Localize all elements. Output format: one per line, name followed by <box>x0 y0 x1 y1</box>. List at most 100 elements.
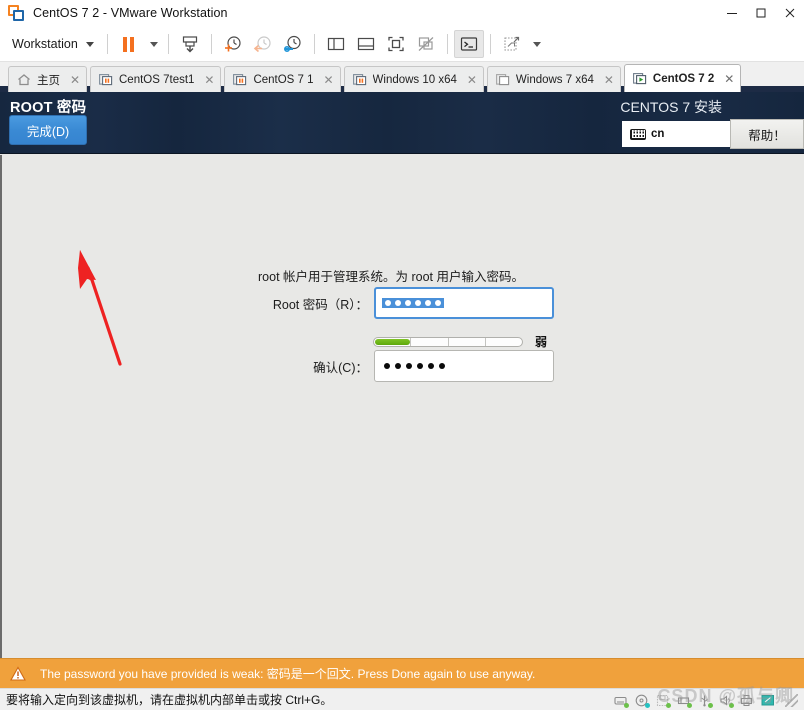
floppy-status-icon[interactable] <box>656 694 671 708</box>
tab-label: Windows 7 x64 <box>515 73 594 86</box>
tab-label: Windows 10 x64 <box>372 73 457 86</box>
tab-windows-10-x64[interactable]: Windows 10 x64 ✕ <box>343 66 484 92</box>
show-sidebar-button[interactable] <box>321 30 351 58</box>
password-warning-bar: The password you have provided is weak: … <box>0 658 804 688</box>
vm-settings-dropdown-button[interactable] <box>527 30 545 58</box>
vm-tab-bar: 主页 ✕ CentOS 7test1 ✕ CentOS 7 1 ✕ Window… <box>0 62 804 92</box>
confirm-password-row: 确认(C)： <box>258 350 554 382</box>
tab-close-icon[interactable]: ✕ <box>602 73 616 87</box>
keyboard-icon <box>630 128 646 140</box>
pause-dropdown-button[interactable] <box>144 30 162 58</box>
unity-mode-icon <box>418 37 434 51</box>
page-title: ROOT 密码 <box>10 100 87 116</box>
pause-vm-button[interactable] <box>114 30 144 58</box>
root-password-intro-text: root 帐户用于管理系统。为 root 用户输入密码。 <box>258 270 524 284</box>
warning-triangle-icon <box>10 665 26 682</box>
root-password-value-dots <box>382 298 444 308</box>
tab-centos-7test1[interactable]: CentOS 7test1 ✕ <box>90 66 222 92</box>
installer-header: ROOT 密码 完成(D) CENTOS 7 安装 cn 帮助！ <box>0 92 804 154</box>
snapshot-manager-button[interactable] <box>278 30 308 58</box>
hard-disk-status-icon[interactable] <box>614 694 629 708</box>
minimize-icon[interactable] <box>717 0 746 26</box>
send-ctrl-alt-del-button[interactable] <box>175 30 205 58</box>
vm-console-screen[interactable]: ROOT 密码 完成(D) CENTOS 7 安装 cn 帮助！ root 帐户… <box>0 92 804 688</box>
workstation-menu-button[interactable]: Workstation <box>4 31 101 57</box>
maximize-icon[interactable] <box>746 0 775 26</box>
chevron-down-icon <box>149 41 158 47</box>
toolbar-separator <box>446 34 448 54</box>
tab-close-icon[interactable]: ✕ <box>722 72 736 86</box>
vm-play-icon <box>632 72 647 85</box>
help-button[interactable]: 帮助！ <box>730 119 804 149</box>
toolbar-separator <box>106 34 108 54</box>
tab-centos-7-1[interactable]: CentOS 7 1 ✕ <box>224 66 341 92</box>
root-password-input[interactable] <box>374 287 554 319</box>
take-snapshot-button[interactable] <box>218 30 248 58</box>
toolbar-separator <box>210 34 212 54</box>
resize-grip-icon[interactable] <box>785 693 798 707</box>
snapshot-revert-icon <box>253 36 271 53</box>
vm-running-icon <box>99 73 113 86</box>
tab-close-icon[interactable]: ✕ <box>68 73 82 87</box>
vm-stopped-icon <box>495 73 510 86</box>
vm-running-icon <box>233 73 247 86</box>
window-titlebar: CentOS 7 2 - VMware Workstation <box>0 0 804 27</box>
tab-close-icon[interactable]: ✕ <box>465 73 479 87</box>
printer-status-icon[interactable] <box>740 694 754 707</box>
usb-status-icon[interactable] <box>698 694 713 708</box>
workstation-menu-label: Workstation <box>12 37 78 51</box>
password-strength-meter: 弱 <box>373 333 547 350</box>
status-bar-text: 要将输入定向到该虚拟机，请在虚拟机内部单击或按 Ctrl+G。 <box>6 693 333 707</box>
done-button[interactable]: 完成(D) <box>9 115 87 145</box>
password-warning-text: The password you have provided is weak: … <box>40 667 536 681</box>
tab-label: CentOS 7 1 <box>253 73 314 86</box>
confirm-password-input[interactable] <box>374 350 554 382</box>
vm-settings-icon <box>504 36 519 51</box>
toolbar-separator <box>489 34 491 54</box>
application-status-bar: 要将输入定向到该虚拟机，请在虚拟机内部单击或按 Ctrl+G。 <box>0 688 804 710</box>
tab-centos-7-2[interactable]: CentOS 7 2 ✕ <box>623 64 742 92</box>
chevron-down-icon <box>532 41 541 47</box>
window-title: CentOS 7 2 - VMware Workstation <box>33 6 228 20</box>
vm-settings-button[interactable] <box>497 30 527 58</box>
show-thumbnail-bar-button[interactable] <box>351 30 381 58</box>
close-icon[interactable] <box>775 0 804 26</box>
password-strength-bar <box>373 336 523 347</box>
full-screen-button[interactable] <box>381 30 411 58</box>
tab-close-icon[interactable]: ✕ <box>322 73 336 87</box>
display-status-icon[interactable] <box>761 694 775 707</box>
snapshot-add-icon <box>224 36 241 52</box>
fullscreen-icon <box>388 36 404 52</box>
root-password-label: Root 密码（R）： <box>272 297 368 312</box>
unity-mode-button[interactable] <box>411 30 441 58</box>
keyboard-layout-indicator[interactable]: cn <box>622 121 730 147</box>
console-icon <box>460 37 477 51</box>
console-view-button[interactable] <box>453 30 484 58</box>
password-strength-label: 弱 <box>535 335 548 349</box>
window-controls <box>717 0 804 26</box>
root-password-row: Root 密码（R）： <box>258 287 554 319</box>
sidebar-panel-icon <box>327 37 344 51</box>
cd-dvd-status-icon[interactable] <box>635 694 650 708</box>
status-bar-device-icons <box>614 689 798 711</box>
sound-status-icon[interactable] <box>719 694 734 708</box>
installer-body: root 帐户用于管理系统。为 root 用户输入密码。 Root 密码（R）：… <box>0 155 804 658</box>
confirm-password-label: 确认(C)： <box>313 360 368 375</box>
tab-windows-7-x64[interactable]: Windows 7 x64 ✕ <box>486 66 621 92</box>
network-status-icon[interactable] <box>677 694 692 708</box>
pause-icon <box>123 36 135 52</box>
strength-bar-segments <box>374 337 522 346</box>
tab-home[interactable]: 主页 ✕ <box>8 66 87 92</box>
tab-close-icon[interactable]: ✕ <box>202 73 216 87</box>
tab-label: CentOS 7 2 <box>652 72 715 85</box>
snapshot-manager-icon <box>283 35 301 53</box>
vm-running-icon <box>352 73 367 86</box>
confirm-password-value-dots <box>381 363 445 369</box>
revert-snapshot-button[interactable] <box>248 30 278 58</box>
toolbar-separator <box>313 34 315 54</box>
toolbar-separator <box>167 34 169 54</box>
keyboard-layout-label: cn <box>651 128 665 140</box>
vmware-logo-icon <box>8 5 24 21</box>
thumbnail-bar-icon <box>357 37 374 51</box>
chevron-down-icon <box>85 41 94 47</box>
